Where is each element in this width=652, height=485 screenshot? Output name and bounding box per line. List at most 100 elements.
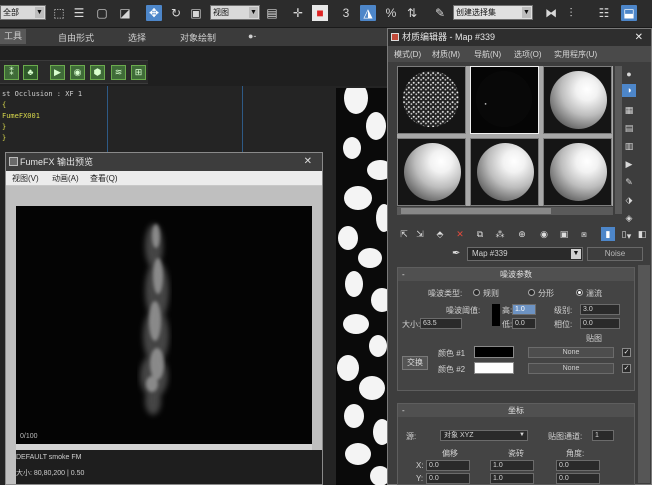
phase-spinner[interactable]: 0.0 (580, 318, 620, 329)
levels-spinner[interactable]: 3.0 (580, 304, 620, 315)
sample-slot-active[interactable] (470, 66, 539, 134)
pick-material-icon[interactable]: ◧ (635, 227, 649, 241)
map-type-button[interactable]: Noise (587, 247, 643, 261)
coordinates-header[interactable]: - 坐标 (398, 404, 634, 417)
fumefx-retimer-icon[interactable]: ⊞ (131, 65, 146, 80)
offset-y-spinner[interactable]: 0.0 (426, 473, 470, 484)
fumefx-grid-icon[interactable]: ⁑ (4, 65, 19, 80)
tiling-x-spinner[interactable]: 1.0 (490, 460, 534, 471)
menu-navigation[interactable]: 导航(N) (474, 49, 501, 60)
offset-x-spinner[interactable]: 0.0 (426, 460, 470, 471)
fumefx-source-icon[interactable]: ♣ (23, 65, 38, 80)
eyedropper-icon[interactable]: ✒ (452, 248, 464, 260)
select-by-name-icon[interactable]: ☰ (71, 5, 87, 21)
spinner-snap-icon[interactable]: ⇅ (404, 5, 420, 21)
sample-slot[interactable] (543, 66, 612, 134)
select-by-material-icon[interactable]: ⬗ (622, 194, 636, 207)
material-editor-title-bar[interactable]: 材质编辑器 - Map #339 ✕ (388, 29, 651, 46)
options-icon[interactable]: ✎ (622, 176, 636, 189)
make-preview-icon[interactable]: ▶ (622, 158, 636, 171)
percent-snap-icon[interactable]: % (383, 5, 399, 21)
scroll-thumb[interactable] (401, 208, 551, 214)
angle-x-spinner[interactable]: 0.0 (556, 460, 600, 471)
pivot-center-icon[interactable]: ▤ (264, 5, 280, 21)
edit-named-selection-icon[interactable]: ✎ (432, 5, 448, 21)
select-move-icon[interactable]: ✥ (146, 5, 162, 21)
fumefx-wavelet-icon[interactable]: ≋ (111, 65, 126, 80)
color2-map-button[interactable]: None (528, 363, 614, 374)
fumefx-menu-anim[interactable]: 动画(A) (52, 173, 79, 184)
reset-map-icon[interactable]: ✕ (453, 227, 467, 241)
tiling-y-spinner[interactable]: 1.0 (490, 473, 534, 484)
selection-filter-dropdown[interactable]: 全部 ▼ (0, 5, 46, 20)
radio-regular[interactable] (473, 289, 480, 296)
keyboard-shortcut-icon[interactable]: ■ (312, 5, 328, 21)
sample-slot[interactable] (470, 138, 539, 206)
select-manipulate-icon[interactable]: ✛ (290, 5, 306, 21)
angle-y-spinner[interactable]: 0.0 (556, 473, 600, 484)
copy-material-icon[interactable]: ⧉ (473, 227, 487, 241)
menu-material[interactable]: 材质(M) (432, 49, 460, 60)
named-selection-dropdown[interactable]: 创建选择集 ▼ (453, 5, 533, 20)
fumefx-preview-icon[interactable]: ◉ (70, 65, 85, 80)
background-icon[interactable]: ▦ (622, 104, 636, 117)
select-rotate-icon[interactable]: ↻ (168, 5, 184, 21)
map-channel-spinner[interactable]: 1 (592, 430, 614, 441)
low-spinner[interactable]: 0.0 (512, 318, 536, 329)
ref-coord-dropdown[interactable]: 视图 ▼ (210, 5, 260, 20)
material-navigator-icon[interactable]: ◈ (622, 212, 636, 225)
snap-toggle-icon[interactable]: 3 (338, 5, 354, 21)
window-crossing-icon[interactable]: ◪ (117, 5, 133, 21)
tab-tools[interactable]: 工具 (0, 29, 27, 44)
color1-swatch[interactable] (474, 346, 514, 358)
ribbon-options[interactable]: ●- (248, 31, 256, 41)
layer-manager-icon[interactable]: ☷ (596, 5, 612, 21)
fumefx-title-bar[interactable]: FumeFX 输出预览 ✕ (6, 153, 322, 171)
menu-utilities[interactable]: 实用程序(U) (554, 49, 597, 60)
source-dropdown[interactable]: 对象 XYZ ▼ (440, 430, 528, 441)
graphite-tools-icon[interactable]: ⬓ (621, 5, 637, 21)
fumefx-render-icon[interactable]: ▶ (50, 65, 65, 80)
align-icon[interactable]: ⫶ (563, 5, 579, 21)
menu-options[interactable]: 选项(O) (514, 49, 542, 60)
params-scrollbar[interactable] (638, 265, 650, 483)
assign-to-selection-icon[interactable]: ⬘ (433, 227, 447, 241)
show-end-result-icon[interactable]: ⧆ (577, 227, 591, 241)
angle-snap-icon[interactable]: ◮ (360, 5, 376, 21)
close-icon[interactable]: ✕ (304, 153, 312, 171)
close-icon[interactable]: ✕ (635, 29, 643, 46)
mirror-icon[interactable]: ⧓ (543, 5, 559, 21)
map-name-field[interactable]: Map #339 ▼ (467, 247, 583, 261)
fumefx-menu-display[interactable]: 查看(Q) (90, 173, 118, 184)
go-to-parent-icon[interactable]: ▮ (601, 227, 615, 241)
slot-scrollbar[interactable] (397, 207, 613, 215)
color1-map-checkbox[interactable]: ✓ (622, 348, 631, 357)
put-to-scene-icon[interactable]: ⇲ (413, 227, 427, 241)
radio-turbulence[interactable] (576, 289, 583, 296)
tab-selection[interactable]: 选择 (128, 31, 146, 44)
backlight-icon[interactable]: ◑ (622, 84, 636, 97)
chevron-down-icon[interactable]: ▼ (571, 249, 581, 259)
sample-slot[interactable] (543, 138, 612, 206)
put-to-library-icon[interactable]: ⊕ (515, 227, 529, 241)
video-color-check-icon[interactable]: ▥ (622, 140, 636, 153)
color2-swatch[interactable] (474, 362, 514, 374)
get-material-icon[interactable]: ⇱ (397, 227, 411, 241)
size-spinner[interactable]: 63.5 (420, 318, 462, 329)
color2-map-checkbox[interactable]: ✓ (622, 364, 631, 373)
uv-tiling-icon[interactable]: ▤ (622, 122, 636, 135)
show-map-icon[interactable]: ▣ (557, 227, 571, 241)
go-forward-sibling-icon[interactable]: ▯ (617, 227, 631, 241)
tab-freeform[interactable]: 自由形式 (58, 31, 94, 44)
noise-params-header[interactable]: - 噪波参数 (398, 268, 634, 281)
material-id-icon[interactable]: ◉ (537, 227, 551, 241)
sample-slot[interactable] (397, 138, 466, 206)
sample-slot[interactable] (397, 66, 466, 134)
rect-selection-icon[interactable]: ▢ (94, 5, 110, 21)
swap-button[interactable]: 交换 (402, 356, 428, 370)
radio-fractal[interactable] (528, 289, 535, 296)
sample-type-icon[interactable]: ● (622, 68, 636, 81)
fumefx-menu-view[interactable]: 视图(V) (12, 173, 39, 184)
fumefx-simulate-icon[interactable]: ⬢ (90, 65, 105, 80)
high-spinner[interactable]: 1.0 (512, 304, 536, 315)
